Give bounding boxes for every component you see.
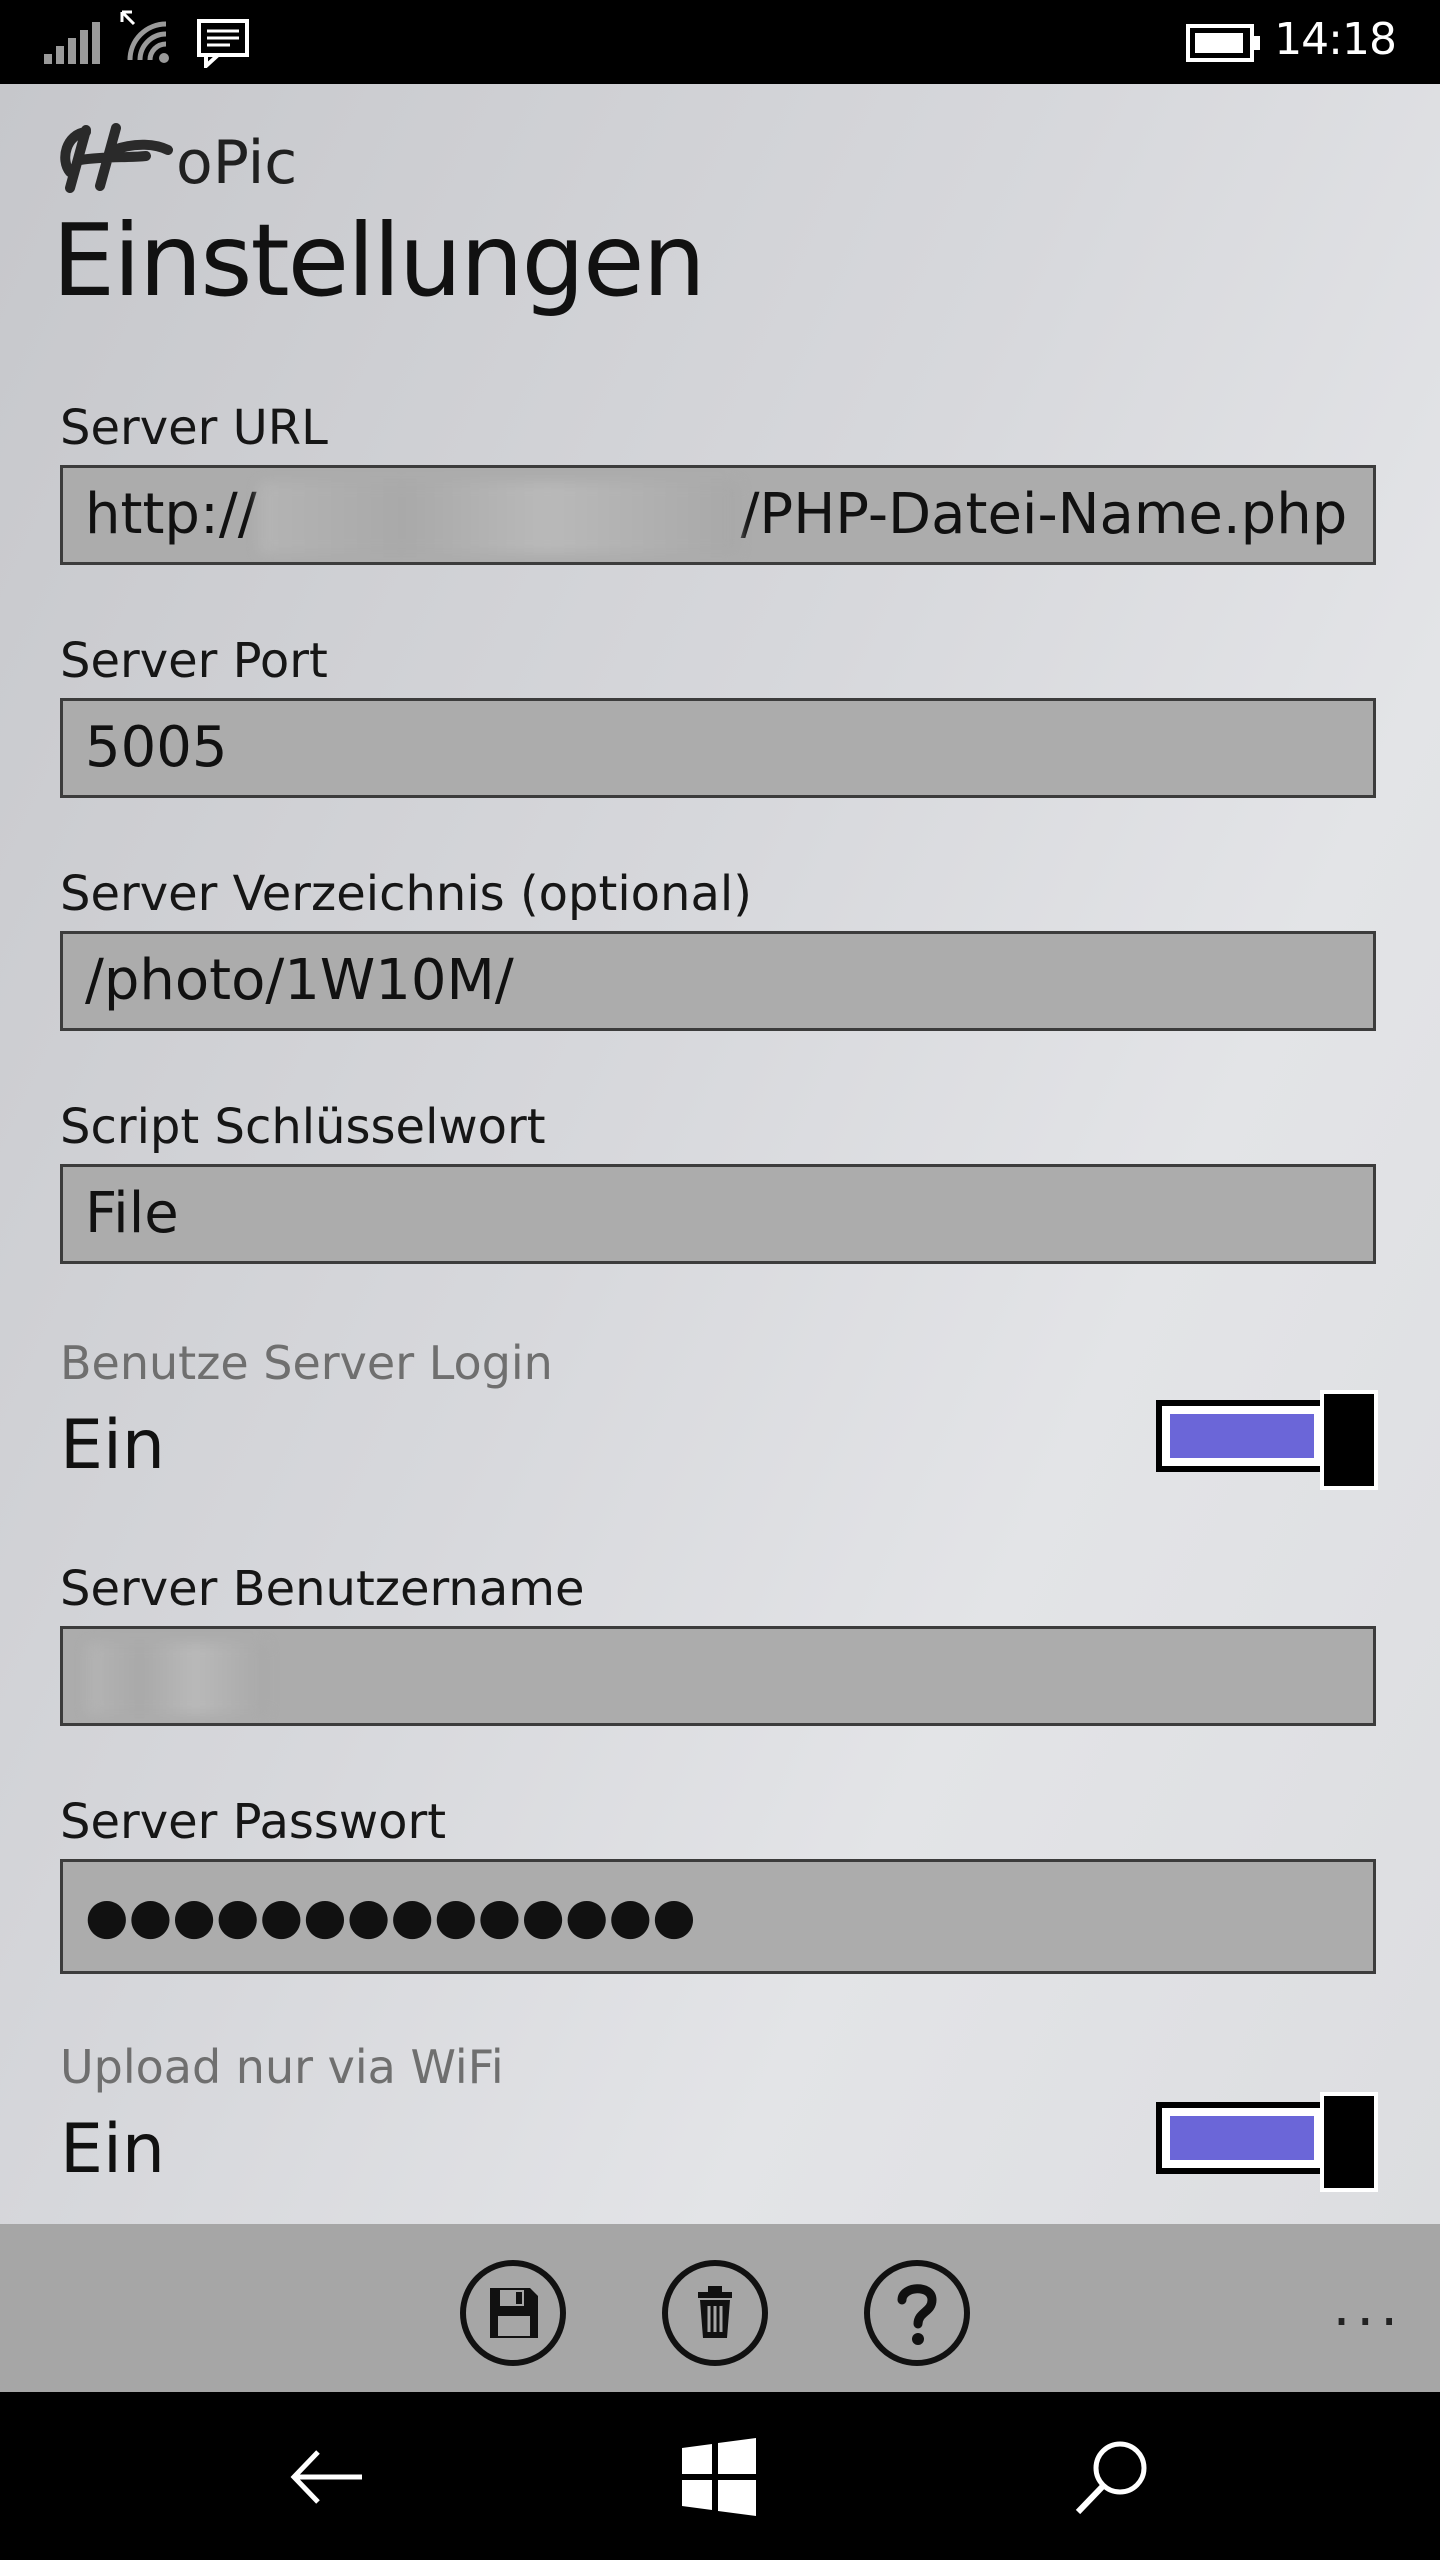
script-keyword-label: Script Schlüsselwort: [60, 1099, 546, 1155]
save-icon[interactable]: [458, 2258, 568, 2368]
message-icon: [197, 19, 249, 68]
toggle-fill: [1170, 2116, 1314, 2160]
server-url-suffix: /PHP-Datei-Name.php: [740, 482, 1348, 547]
windows-icon[interactable]: [674, 2432, 764, 2522]
app-logo-icon: [60, 123, 173, 193]
server-dir-field[interactable]: /photo/1W10M/: [60, 931, 1376, 1031]
navigation-bar: [0, 2392, 1440, 2560]
back-icon[interactable]: [282, 2432, 372, 2522]
server-url-label: Server URL: [60, 400, 328, 456]
server-url-prefix: http://: [85, 482, 257, 547]
app-name: oPic: [176, 128, 298, 198]
page-title: Einstellungen: [52, 202, 706, 319]
battery-icon: [1186, 24, 1260, 62]
clock: 14:18: [1274, 14, 1397, 65]
toggle-track: [1156, 2102, 1328, 2174]
wifi-only-toggle[interactable]: [1156, 2092, 1378, 2192]
server-port-label: Server Port: [60, 633, 328, 689]
redacted-host: [258, 481, 739, 554]
server-username-field[interactable]: [60, 1626, 1376, 1726]
server-password-label: Server Passwort: [60, 1794, 447, 1850]
settings-page: oPic Einstellungen Server URL http:// /PH…: [0, 84, 1440, 2224]
script-keyword-field[interactable]: File: [60, 1164, 1376, 1264]
toggle-track: [1156, 1400, 1328, 1472]
wifi-only-label: Upload nur via WiFi: [60, 2040, 504, 2094]
status-bar: 14:18: [0, 0, 1440, 84]
redacted-username: [87, 1642, 267, 1715]
signal-icon: [44, 22, 100, 64]
toggle-fill: [1170, 1414, 1314, 1458]
server-login-state: Ein: [60, 1406, 165, 1485]
server-login-toggle[interactable]: [1156, 1390, 1378, 1490]
toggle-thumb[interactable]: [1320, 1390, 1378, 1490]
more-button[interactable]: ...: [1333, 2274, 1404, 2339]
server-login-label: Benutze Server Login: [60, 1336, 553, 1390]
wifi-only-state: Ein: [60, 2110, 165, 2189]
server-password-field[interactable]: ●●●●●●●●●●●●●●: [60, 1859, 1376, 1974]
search-icon[interactable]: [1068, 2432, 1158, 2522]
wifi-icon: [120, 10, 169, 63]
help-icon[interactable]: [862, 2258, 972, 2368]
delete-icon[interactable]: [660, 2258, 770, 2368]
server-port-field[interactable]: 5005: [60, 698, 1376, 798]
server-url-field[interactable]: http:// /PHP-Datei-Name.php: [60, 465, 1376, 565]
server-username-label: Server Benutzername: [60, 1561, 585, 1617]
server-dir-label: Server Verzeichnis (optional): [60, 866, 752, 922]
app-bar: ...: [0, 2224, 1440, 2392]
toggle-thumb[interactable]: [1320, 2092, 1378, 2192]
